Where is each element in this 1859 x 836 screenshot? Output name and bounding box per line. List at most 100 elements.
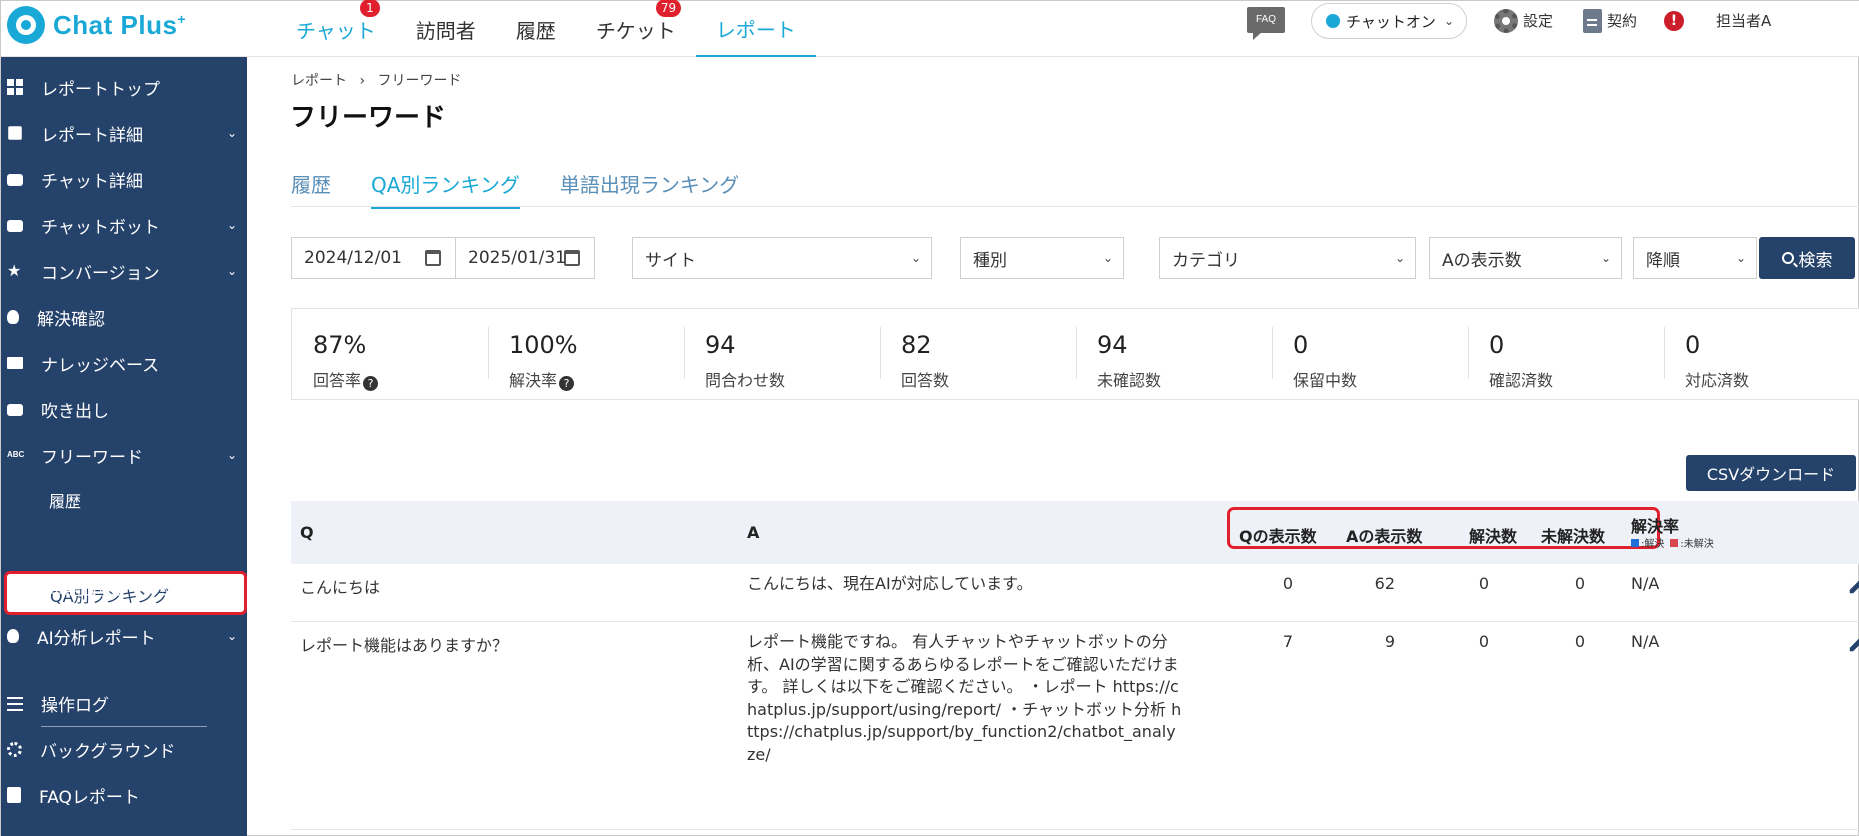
- category-select[interactable]: カテゴリ ⌄: [1159, 237, 1416, 279]
- contract-link[interactable]: 契約: [1607, 10, 1637, 31]
- book-icon: [7, 357, 23, 369]
- chevron-down-icon: ⌄: [1102, 251, 1113, 265]
- cell-q-views: 7: [1282, 632, 1293, 651]
- column-header-a[interactable]: A: [747, 523, 759, 542]
- help-icon[interactable]: ?: [363, 376, 379, 391]
- cell-a-views: 9: [1384, 632, 1395, 651]
- chevron-down-icon: ⌄: [226, 264, 237, 278]
- breadcrumb-report[interactable]: レポート: [291, 73, 347, 89]
- sidebar-item-ai-analysis[interactable]: AI分析レポート ⌄: [1, 618, 247, 654]
- chevron-down-icon: ⌄: [1600, 251, 1611, 265]
- user-menu[interactable]: 担当者A: [1716, 10, 1771, 31]
- column-header-q-views[interactable]: Qの表示数: [1239, 523, 1317, 547]
- nav-reports[interactable]: レポート: [695, 1, 816, 57]
- stat-unconfirmed: 94 未確認数: [1076, 309, 1272, 399]
- cell-unresolved: 0: [1574, 574, 1585, 593]
- alert-icon[interactable]: !: [1664, 11, 1684, 31]
- sidebar-item-chat-detail[interactable]: チャット詳細: [1, 161, 247, 197]
- stat-on-hold: 0 保留中数: [1272, 309, 1468, 399]
- faq-icon[interactable]: FAQ: [1247, 7, 1285, 40]
- stat-resolution-rate: 100% 解決率?: [488, 309, 684, 399]
- top-nav: チャット 1 訪問者 履歴 チケット 79 レポート: [276, 0, 816, 57]
- search-icon: [1781, 252, 1794, 264]
- table-header: Q A Qの表示数 Aの表示数 解決数 未解決数 解決率 :解決 :未解決: [291, 501, 1859, 564]
- chevron-down-icon: ⌄: [226, 218, 237, 232]
- table-row: レポート機能はありますか？ レポート機能ですね。 有人チャットやチャットボットの…: [291, 622, 1859, 830]
- help-icon[interactable]: ?: [559, 376, 575, 391]
- rate-legend: :解決 :未解決: [1631, 535, 1714, 550]
- nav-history[interactable]: 履歴: [496, 1, 576, 57]
- site-select[interactable]: サイト ⌄: [632, 237, 932, 279]
- sidebar-item-speech-bubble[interactable]: 吹き出し: [1, 391, 247, 427]
- stat-confirmed: 0 確認済数: [1468, 309, 1664, 399]
- chat-status-select[interactable]: チャットオン ⌄: [1311, 3, 1467, 39]
- sort-field-select[interactable]: Aの表示数 ⌄: [1429, 237, 1622, 279]
- list-icon: [7, 697, 23, 711]
- tabs: 履歴 QA別ランキング 単語出現ランキング: [291, 163, 779, 209]
- gear-icon[interactable]: [1494, 9, 1518, 33]
- sidebar-sub-word-ranking[interactable]: 単語出現ランキング: [49, 576, 193, 600]
- search-button[interactable]: 検索: [1759, 237, 1855, 279]
- column-header-resolved[interactable]: 解決数: [1469, 523, 1517, 547]
- sidebar-item-resolution[interactable]: 解決確認: [1, 299, 247, 335]
- app-frame: Chat Plus+ チャット 1 訪問者 履歴 チケット 79 レポート FAQ …: [0, 0, 1859, 836]
- sidebar-item-freeword[interactable]: ABC フリーワード ⌄: [1, 437, 247, 473]
- cell-resolved: 0: [1478, 574, 1489, 593]
- csv-download-button[interactable]: CSVダウンロード: [1686, 455, 1856, 491]
- chevron-down-icon: ⌄: [910, 251, 921, 265]
- sidebar-item-conversion[interactable]: ★ コンバージョン ⌄: [1, 253, 247, 289]
- calendar-icon[interactable]: [564, 250, 580, 266]
- nav-visitors[interactable]: 訪問者: [396, 1, 496, 57]
- legend-swatch-unresolved: [1670, 538, 1679, 547]
- sidebar-item-background[interactable]: バックグラウンド: [1, 731, 247, 767]
- sidebar-item-knowledge-base[interactable]: ナレッジベース: [1, 345, 247, 381]
- calendar-icon[interactable]: [425, 250, 441, 266]
- bubble-icon: [7, 404, 23, 416]
- breadcrumb-freeword: フリーワード: [377, 73, 462, 89]
- logo-text: Chat Plus+: [53, 9, 187, 40]
- nav-chat[interactable]: チャット 1: [276, 0, 396, 57]
- sidebar-sub-history[interactable]: 履歴: [49, 488, 81, 512]
- contract-icon[interactable]: [1583, 9, 1602, 33]
- edit-pencil-icon[interactable]: [1847, 632, 1859, 654]
- nav-tickets[interactable]: チケット 79: [576, 0, 696, 57]
- stat-answer-rate: 87% 回答率?: [292, 309, 488, 399]
- sidebar-divider: [41, 726, 207, 727]
- ai-bulb-icon: [7, 629, 19, 643]
- tab-word-ranking[interactable]: 単語出現ランキング: [560, 163, 739, 209]
- column-header-rate[interactable]: 解決率: [1631, 513, 1679, 537]
- cell-a: こんにちは、現在AIが対応しています。: [747, 574, 1033, 593]
- cell-unresolved: 0: [1574, 632, 1585, 651]
- chevron-down-icon: ⌄: [1394, 251, 1405, 265]
- settings-link[interactable]: 設定: [1523, 10, 1553, 31]
- chevron-down-icon: ⌄: [226, 126, 237, 140]
- background-icon: [7, 741, 22, 757]
- type-select[interactable]: 種別 ⌄: [960, 237, 1124, 279]
- sidebar-item-report-detail[interactable]: レポート詳細 ⌄: [1, 115, 247, 151]
- sort-order-select[interactable]: 降順 ⌄: [1633, 237, 1757, 279]
- tab-history[interactable]: 履歴: [291, 163, 331, 209]
- chat-plus-logo[interactable]: Chat Plus+: [7, 5, 186, 45]
- sidebar-item-operation-log[interactable]: 操作ログ: [1, 685, 247, 721]
- date-to-input[interactable]: 2025/01/31: [455, 237, 595, 279]
- sidebar-item-chatbot[interactable]: チャットボット ⌄: [1, 207, 247, 243]
- cell-a: レポート機能ですね。 有人チャットやチャットボットの分析、AIの学習に関するあら…: [747, 632, 1182, 764]
- chat-plus-logo-icon: [7, 6, 45, 44]
- sidebar-item-faq-report[interactable]: FAQレポート: [1, 777, 247, 813]
- column-header-a-views[interactable]: Aの表示数: [1346, 523, 1422, 547]
- stats-panel: 87% 回答率? 100% 解決率? 94 問合わせ数 82 回答数 94 未確…: [291, 308, 1859, 400]
- sidebar-item-report-top[interactable]: レポートトップ: [1, 69, 247, 105]
- cell-rate: N/A: [1631, 574, 1660, 593]
- chatbot-icon: [7, 220, 23, 232]
- grid-icon: [7, 79, 23, 95]
- chat-badge: 1: [360, 0, 380, 17]
- chevron-down-icon: ⌄: [226, 448, 237, 462]
- table-row: こんにちは こんにちは、現在AIが対応しています。 0 62 0 0 N/A: [291, 564, 1859, 622]
- tab-qa-ranking[interactable]: QA別ランキング: [371, 163, 520, 209]
- page-title: フリーワード: [290, 103, 447, 133]
- cell-q-views: 0: [1282, 574, 1293, 593]
- date-from-input[interactable]: 2024/12/01: [291, 237, 456, 279]
- column-header-q[interactable]: Q: [300, 523, 314, 542]
- column-header-unresolved[interactable]: 未解決数: [1541, 523, 1605, 547]
- edit-pencil-icon[interactable]: [1847, 574, 1859, 596]
